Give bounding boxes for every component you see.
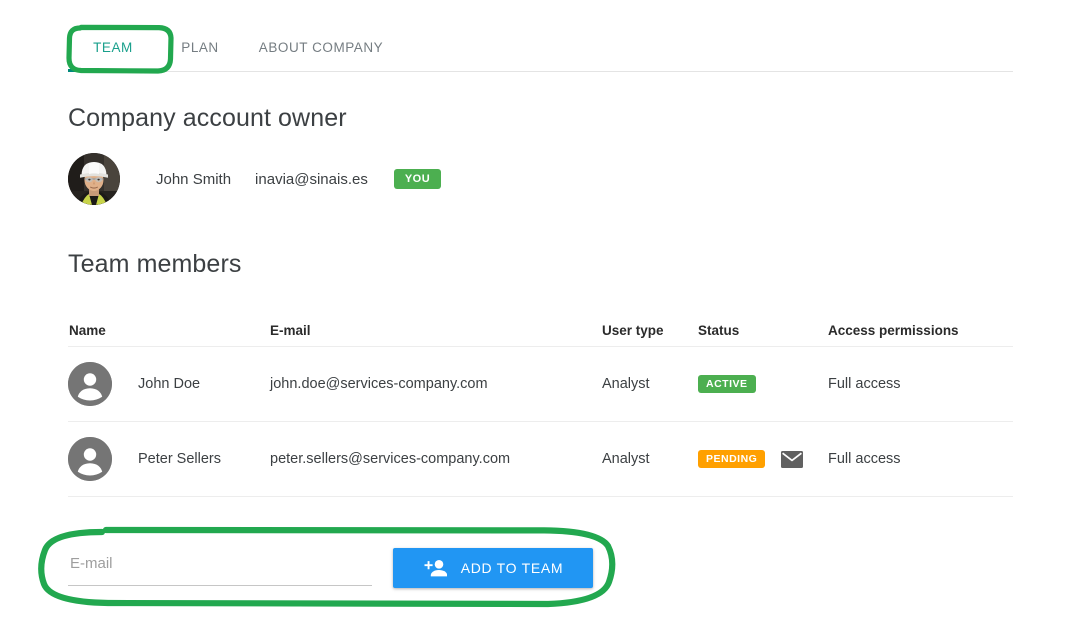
table-row[interactable]: John Doe john.doe@services-company.com A… — [68, 347, 1013, 422]
member-user-type: Analyst — [602, 451, 650, 467]
tab-team[interactable]: TEAM — [68, 24, 158, 55]
add-to-team-button[interactable]: ADD TO TEAM — [393, 548, 593, 588]
member-user-type: Analyst — [602, 376, 650, 392]
person-avatar-icon — [68, 437, 112, 481]
account-owner-row: John Smith inavia@sinais.es YOU — [68, 153, 442, 205]
member-name: John Doe — [138, 376, 201, 392]
column-header-access: Access permissions — [828, 322, 959, 338]
tab-bar: TEAM PLAN ABOUT COMPANY — [68, 24, 1013, 72]
add-to-team-form: ADD TO TEAM — [68, 540, 628, 596]
tab-plan[interactable]: PLAN — [158, 24, 242, 55]
table-header-row: Name E-mail User type Status Access perm… — [68, 314, 1013, 347]
resend-invite-envelope-icon[interactable] — [781, 450, 804, 468]
add-to-team-button-label: ADD TO TEAM — [460, 560, 564, 576]
member-email: john.doe@services-company.com — [270, 376, 488, 392]
member-name-cell: Peter Sellers — [68, 437, 270, 481]
member-email: peter.sellers@services-company.com — [270, 451, 511, 467]
table-row[interactable]: Peter Sellers peter.sellers@services-com… — [68, 422, 1013, 497]
owner-name: John Smith — [156, 170, 232, 188]
team-members-heading: Team members — [68, 250, 242, 278]
member-access: Full access — [828, 376, 901, 392]
you-badge: YOU — [393, 169, 442, 189]
tab-about-company[interactable]: ABOUT COMPANY — [242, 24, 400, 55]
member-access: Full access — [828, 451, 901, 467]
member-name: Peter Sellers — [138, 451, 222, 467]
owner-email: inavia@sinais.es — [255, 170, 368, 188]
status-badge: ACTIVE — [698, 375, 756, 393]
column-header-email: E-mail — [270, 322, 311, 338]
member-status-cell: ACTIVE — [698, 375, 828, 393]
email-input[interactable] — [68, 548, 372, 586]
column-header-user-type: User type — [602, 322, 664, 338]
company-account-owner-heading: Company account owner — [68, 104, 347, 132]
column-header-name: Name — [69, 322, 106, 338]
team-members-table: Name E-mail User type Status Access perm… — [68, 314, 1013, 497]
member-name-cell: John Doe — [68, 362, 270, 406]
person-add-icon — [423, 559, 447, 577]
status-badge: PENDING — [698, 450, 766, 468]
column-header-status: Status — [698, 322, 740, 338]
active-tab-indicator — [68, 69, 158, 72]
owner-photo-avatar — [68, 153, 120, 205]
team-settings-page: TEAM PLAN ABOUT COMPANY Company account … — [0, 0, 1070, 638]
person-avatar-icon — [68, 362, 112, 406]
member-status-cell: PENDING — [698, 450, 828, 468]
